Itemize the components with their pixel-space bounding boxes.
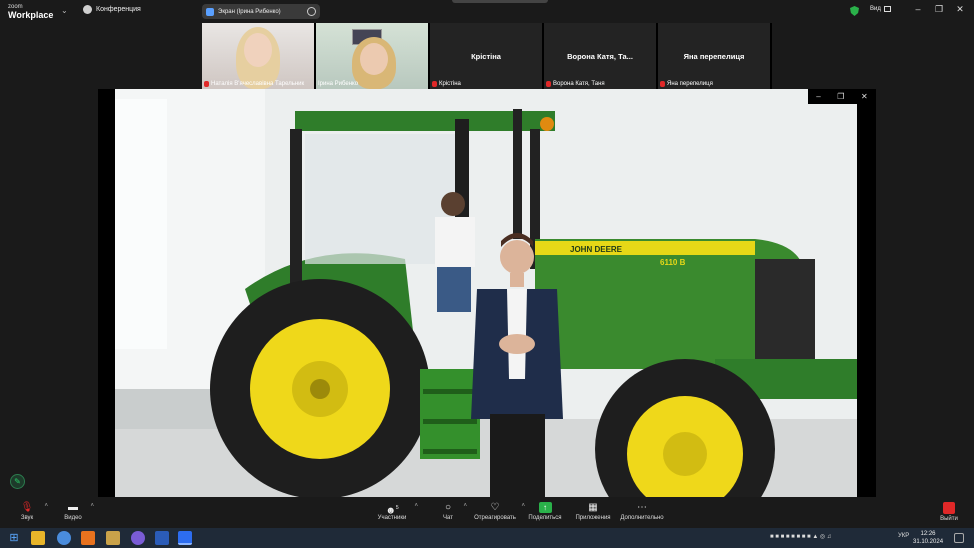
restore-icon[interactable]: ❐ [837,92,844,101]
muted-mic-icon: 🎙 [20,502,34,513]
muted-mic-icon [432,81,437,87]
participant-tile[interactable]: Крістіна Крістіна [430,23,542,89]
taskbar-clock[interactable]: 12:26 31.10.2024 [913,530,943,546]
shared-screen: JOHN DEERE 6110 B [98,89,876,497]
meeting-info-button[interactable]: Конференция [83,5,141,14]
participant-label: Наталія В'ячеславівна Тарельник [204,81,304,87]
annotate-icon[interactable]: ✎ [10,474,25,489]
meeting-toolbar: 🎙 Звук ˄ ▬ Видео ˄ ☻5 Участники ˄ ○ Чат … [0,498,974,528]
minimize-icon[interactable]: – [816,92,820,101]
minimize-icon[interactable]: – [911,4,925,14]
share-banner[interactable]: Экран (Ірина Рибенко) [202,4,320,19]
participant-tile[interactable]: Яна перепелиця Яна перепелиця [658,23,770,89]
share-button[interactable]: ↑ Поделиться [527,501,563,521]
view-button[interactable]: Вид [870,6,891,12]
close-icon[interactable]: ✕ [953,4,967,15]
chrome-icon[interactable] [57,531,71,545]
restore-icon[interactable]: ❐ [932,4,946,15]
keyboard-language[interactable]: УКР [898,533,909,539]
muted-mic-icon [660,81,665,87]
screen-share-icon [206,7,214,16]
file-explorer-icon[interactable] [31,531,45,545]
shared-window-controls: – ❐ ✕ [808,89,876,104]
leave-button[interactable]: Выйти [936,501,962,522]
chevron-up-icon[interactable]: ˄ [414,503,418,509]
participant-tile[interactable]: Наталія В'ячеславівна Тарельник [202,23,314,89]
participant-tile[interactable]: Ворона Катя, Та... Ворона Катя, Таня [544,23,656,89]
participant-label: Яна перепелиця [660,81,713,87]
participants-button[interactable]: ☻5 Участники ˄ [374,501,418,521]
participant-name: Крістіна [471,52,501,61]
share-screen-icon: ↑ [538,502,552,513]
tractor-model: 6110 B [660,258,686,267]
participant-name: Ворона Катя, Та... [567,52,633,61]
chat-icon: ○ [444,502,452,513]
zoom-taskbar-icon[interactable] [178,531,192,545]
chevron-up-icon[interactable]: ˄ [521,503,525,509]
muted-mic-icon [204,81,209,87]
view-label: Вид [870,6,881,12]
more-button[interactable]: ⋯ Дополнительно [617,501,667,521]
zoom-logo: zoom Workplace [8,3,54,20]
participants-icon: ☻5 [385,505,399,517]
os-taskbar: ⊞ ■ ■ ■ ■ ■ ■ ■ ■ ▲ ◎ ♫ УКР 12:26 31.10.… [0,528,974,548]
tractor-brand: JOHN DEERE [570,245,623,254]
brand-line2: Workplace [8,10,54,20]
app-icon[interactable] [81,531,95,545]
drag-handle[interactable] [452,0,548,3]
muted-mic-icon [546,81,551,87]
participant-tile-active[interactable]: Ірина Рибенко [316,23,428,89]
react-button[interactable]: ♡ Отреагировать ˄ [473,501,525,521]
chevron-down-icon[interactable]: ⌄ [61,6,68,15]
options-icon[interactable] [307,7,316,16]
shared-photo: JOHN DEERE 6110 B [115,89,857,497]
viber-icon[interactable] [131,531,145,545]
chevron-up-icon[interactable]: ˄ [463,503,467,509]
shield-icon[interactable] [850,6,859,16]
chevron-up-icon[interactable]: ˄ [90,503,94,509]
camera-icon: ▬ [68,502,78,513]
chat-button[interactable]: ○ Чат ˄ [437,501,467,521]
apps-button[interactable]: ▦ Приложения [572,501,614,521]
meeting-title: Конференция [96,6,141,13]
audio-button[interactable]: 🎙 Звук ˄ [14,501,48,521]
apps-icon: ▦ [588,502,598,513]
app-icon[interactable] [106,531,120,545]
tractor-image: JOHN DEERE 6110 B [115,89,857,497]
video-button[interactable]: ▬ Видео ˄ [60,501,94,521]
participant-label: Ірина Рибенко [318,81,359,87]
meeting-icon [83,5,92,14]
share-banner-label: Экран (Ірина Рибенко) [218,8,281,15]
title-bar: zoom Workplace ⌄ Конференция Экран (Ірин… [0,0,974,22]
participant-strip: Наталія В'ячеславівна Тарельник Ірина Ри… [202,23,772,89]
grid-icon [883,6,891,12]
participant-label: Крістіна [432,81,461,87]
notification-icon[interactable] [954,533,964,543]
leave-icon [943,502,955,514]
heart-icon: ♡ [490,502,500,513]
word-icon[interactable] [155,531,169,545]
participant-label: Ворона Катя, Таня [546,81,605,87]
tray-icons[interactable]: ■ ■ ■ ■ ■ ■ ■ ■ ▲ ◎ ♫ [770,533,831,540]
chevron-up-icon[interactable]: ˄ [44,503,48,509]
close-icon[interactable]: ✕ [861,92,868,101]
windows-start-icon[interactable]: ⊞ [7,531,21,545]
more-icon: ⋯ [637,502,647,513]
participant-name: Яна перепелиця [683,52,745,61]
